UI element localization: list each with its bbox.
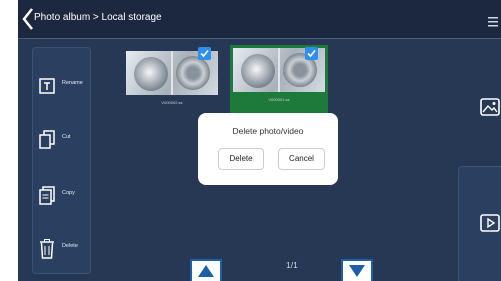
cut-icon <box>39 130 55 149</box>
cancel-button[interactable]: Cancel <box>278 148 325 170</box>
sidebar-item-rename[interactable]: Rename <box>33 66 90 106</box>
arrow-up-icon <box>198 265 214 277</box>
edit-sidebar: Rename Cut Copy Delete <box>32 47 91 274</box>
copy-icon <box>39 186 55 205</box>
checkbox-checked[interactable] <box>305 47 318 60</box>
sidebar-item-copy[interactable]: Copy <box>33 176 90 216</box>
delete-dialog: Delete photo/video Delete Cancel <box>198 113 338 185</box>
rename-icon <box>39 78 55 94</box>
page-up-button[interactable] <box>190 259 222 281</box>
sidebar-item-label: Cut <box>62 134 71 140</box>
checkbox-checked[interactable] <box>198 47 211 60</box>
back-arrow-icon[interactable] <box>21 7 35 31</box>
page-indicator: 1/1 <box>286 260 298 270</box>
sidebar-item-cut[interactable]: Cut <box>33 120 90 160</box>
delete-button[interactable]: Delete <box>218 148 264 170</box>
sidebar-item-label: Copy <box>62 190 75 196</box>
thumbnail-caption: V000002.ss <box>161 100 183 105</box>
sidebar-item-label: Delete <box>62 243 78 249</box>
check-icon <box>307 49 316 58</box>
arrow-down-icon <box>349 265 365 277</box>
dialog-title: Delete photo/video <box>232 126 304 136</box>
top-bar: Photo album > Local storage <box>18 0 501 39</box>
page-down-button[interactable] <box>341 259 373 281</box>
app-screen: Photo album > Local storage Rename Cut C… <box>18 0 501 281</box>
thumbnail-caption: V000001.ss <box>268 97 290 102</box>
menu-icon[interactable] <box>488 16 498 28</box>
image-icon[interactable] <box>479 96 501 118</box>
sidebar-item-label: Rename <box>62 80 83 86</box>
trash-icon <box>40 239 54 259</box>
check-icon <box>200 49 209 58</box>
sidebar-item-delete[interactable]: Delete <box>33 229 90 269</box>
play-icon[interactable] <box>479 212 501 234</box>
breadcrumb: Photo album > Local storage <box>34 12 162 23</box>
